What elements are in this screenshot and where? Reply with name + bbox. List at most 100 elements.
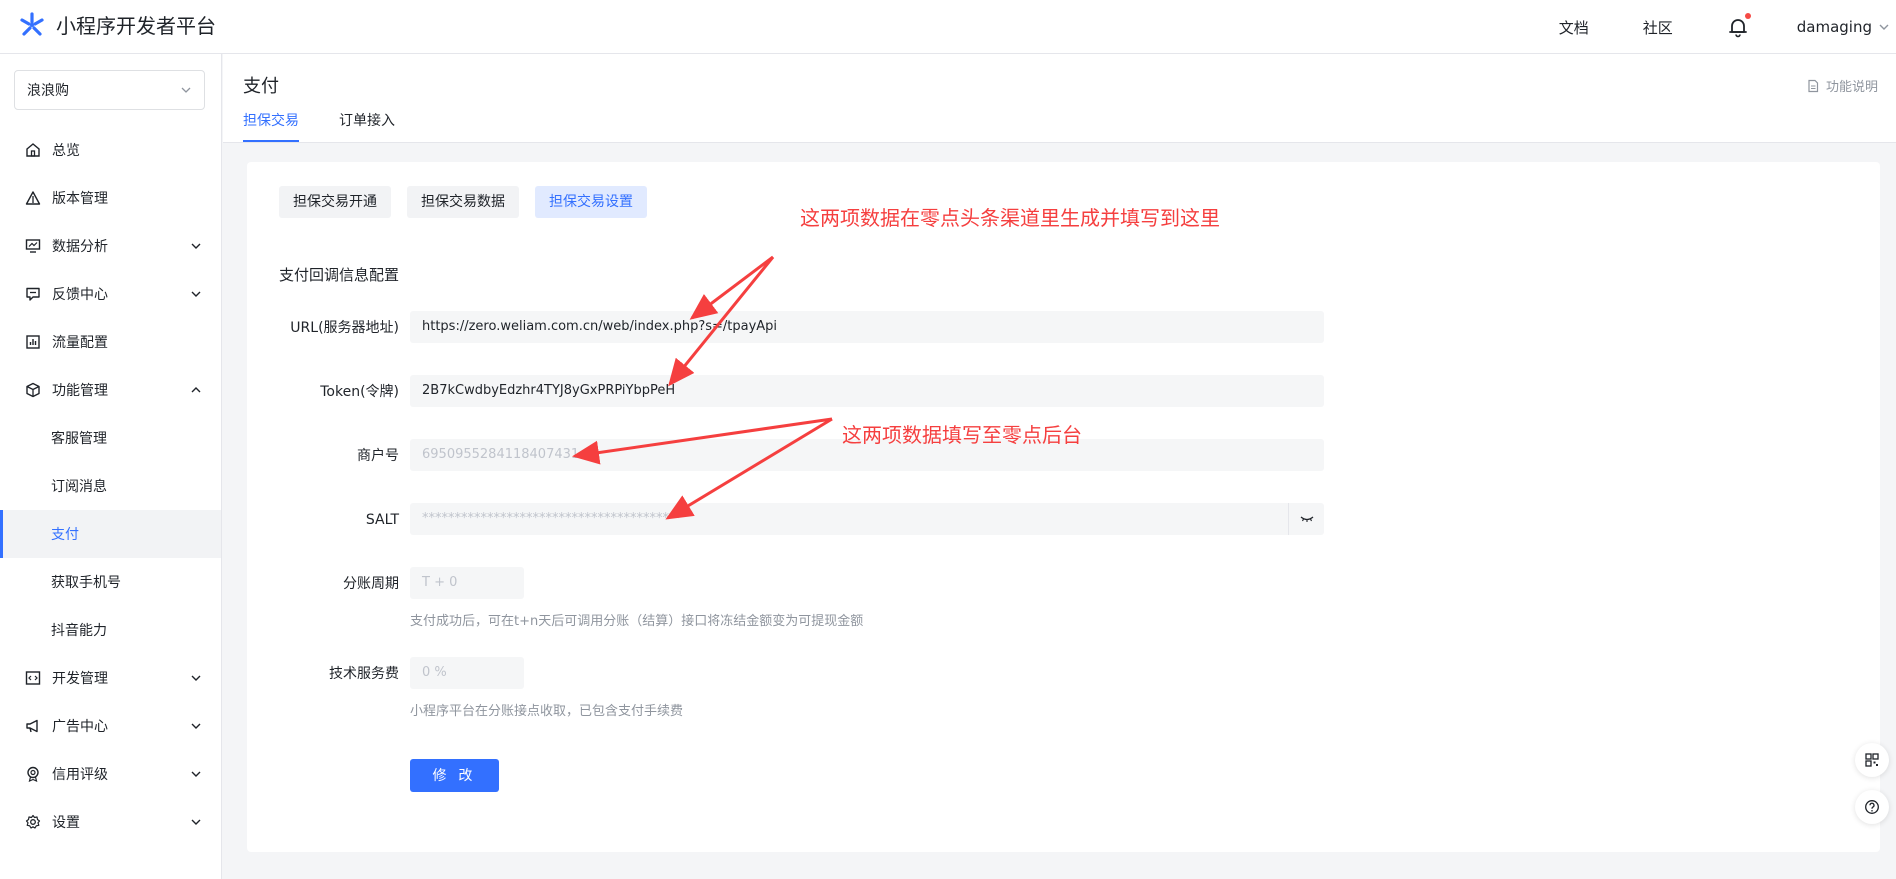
token-label: Token(令牌)	[320, 384, 399, 400]
docs-link[interactable]: 文档	[1559, 17, 1589, 38]
sidebar-item-feedback[interactable]: 反馈中心	[0, 270, 221, 318]
sidebar-item-credit[interactable]: 信用评级	[0, 750, 221, 798]
annotation-note-1: 这两项数据在零点头条渠道里生成并填写到这里	[800, 206, 1220, 230]
document-icon	[1808, 79, 1819, 92]
url-input[interactable]: https://zero.weliam.com.cn/web/index.php…	[410, 311, 1324, 343]
salt-row: SALT ***********************************…	[247, 503, 1367, 537]
fee-input[interactable]: 0 %	[410, 657, 524, 689]
cycle-input[interactable]: T + 0	[410, 567, 524, 599]
annotation-note-2: 这两项数据填写至零点后台	[842, 423, 1082, 447]
url-label: URL(服务器地址)	[290, 320, 399, 336]
help-icon	[1865, 800, 1879, 814]
qrcode-icon	[1865, 753, 1879, 767]
community-link[interactable]: 社区	[1643, 17, 1673, 38]
sidebar-item-analytics[interactable]: 数据分析	[0, 222, 221, 270]
notification-dot	[1744, 13, 1751, 19]
sidebar-item-development[interactable]: 开发管理	[0, 654, 221, 702]
feature-doc-label: 功能说明	[1825, 80, 1878, 95]
subtab-open[interactable]: 担保交易开通	[279, 186, 391, 218]
tab-order-access[interactable]: 订单接入	[339, 110, 395, 142]
fee-row: 技术服务费 0 %	[247, 657, 1367, 691]
toggle-visibility-button[interactable]	[1288, 503, 1324, 535]
salt-input[interactable]: ****************************************	[410, 503, 1324, 535]
cube-icon	[24, 381, 42, 399]
modify-button[interactable]: 修 改	[410, 759, 499, 792]
chevron-up-icon	[191, 387, 201, 393]
sidebar-item-label: 广告中心	[52, 719, 108, 735]
username: damaging	[1796, 18, 1872, 36]
cycle-label: 分账周期	[343, 576, 399, 592]
sidebar-item-subscription[interactable]: 订阅消息	[0, 462, 221, 510]
sidebar-item-traffic[interactable]: 流量配置	[0, 318, 221, 366]
section-title: 支付回调信息配置	[279, 266, 400, 284]
subtab-data[interactable]: 担保交易数据	[407, 186, 519, 218]
cycle-hint: 支付成功后，可在t+n天后可调用分账（结算）接口将冻结金额变为可提现金额	[410, 614, 864, 629]
cycle-row: 分账周期 T + 0	[247, 567, 1367, 601]
warning-icon	[24, 189, 42, 207]
sidebar-item-payment[interactable]: 支付	[0, 510, 221, 558]
sidebar-item-label: 开发管理	[52, 671, 108, 687]
url-row: URL(服务器地址) https://zero.weliam.com.cn/we…	[247, 311, 1367, 345]
monitor-chart-icon	[24, 237, 42, 255]
sidebar-item-label: 客服管理	[51, 431, 107, 447]
code-icon	[24, 669, 42, 687]
top-bar: 小程序开发者平台 文档 社区 damaging	[0, 0, 1896, 54]
chevron-down-icon	[181, 87, 191, 93]
sidebar-item-label: 数据分析	[52, 239, 108, 255]
sidebar-item-label: 版本管理	[52, 191, 108, 207]
sub-tabs: 担保交易开通 担保交易数据 担保交易设置	[279, 186, 647, 218]
sidebar-item-label: 总览	[52, 143, 80, 159]
page-title: 支付	[243, 76, 279, 97]
fee-label: 技术服务费	[329, 666, 399, 682]
help-button[interactable]	[1855, 790, 1889, 824]
app-selector-value: 浪浪购	[27, 83, 69, 99]
content-card: 担保交易开通 担保交易数据 担保交易设置 支付回调信息配置 URL(服务器地址)…	[247, 162, 1880, 852]
gear-icon	[24, 813, 42, 831]
salt-value: ****************************************	[422, 511, 682, 526]
chevron-down-icon	[191, 819, 201, 825]
qrcode-button[interactable]	[1855, 743, 1889, 777]
chevron-down-icon	[191, 291, 201, 297]
sidebar-item-label: 反馈中心	[52, 287, 108, 303]
sidebar-item-label: 流量配置	[52, 335, 108, 351]
salt-label: SALT	[365, 512, 399, 528]
sidebar-item-customer-service[interactable]: 客服管理	[0, 414, 221, 462]
notification-button[interactable]	[1727, 13, 1751, 38]
chevron-down-icon	[191, 771, 201, 777]
sidebar-item-label: 获取手机号	[51, 575, 121, 591]
merchant-label: 商户号	[357, 448, 399, 464]
sidebar-nav: 总览 版本管理 数据分析 反馈中心 流量配置 功能管理 客服管理 订阅消息 支付…	[0, 126, 221, 846]
sidebar-item-settings[interactable]: 设置	[0, 798, 221, 846]
page-header: 支付 担保交易 订单接入 功能说明	[223, 54, 1896, 143]
fee-hint: 小程序平台在分账接点收取，已包含支付手续费	[410, 704, 684, 719]
logo[interactable]: 小程序开发者平台	[18, 10, 216, 39]
feature-doc-link[interactable]: 功能说明	[1806, 76, 1878, 95]
sidebar-item-label: 抖音能力	[51, 623, 107, 639]
logo-icon	[20, 11, 44, 36]
eye-closed-icon	[1300, 516, 1313, 522]
sidebar-item-ads[interactable]: 广告中心	[0, 702, 221, 750]
sidebar-item-label: 信用评级	[52, 767, 108, 783]
sidebar-item-phone-number[interactable]: 获取手机号	[0, 558, 221, 606]
home-icon	[24, 141, 42, 159]
bar-chart-icon	[24, 333, 42, 351]
sidebar-item-douyin[interactable]: 抖音能力	[0, 606, 221, 654]
page-tabs: 担保交易 订单接入	[243, 110, 395, 142]
app-selector[interactable]: 浪浪购	[14, 70, 205, 110]
chevron-down-icon	[1879, 24, 1889, 30]
subtab-settings[interactable]: 担保交易设置	[535, 186, 647, 218]
merchant-row: 商户号 69509552841184074​31	[247, 439, 1367, 473]
chevron-down-icon	[191, 243, 201, 249]
chevron-down-icon	[191, 723, 201, 729]
token-input[interactable]: 2B7kCwdbyEdzhr4TYJ8yGxPRPiYbpPeH	[410, 375, 1324, 407]
sidebar-item-overview[interactable]: 总览	[0, 126, 221, 174]
sidebar: 浪浪购 总览 版本管理 数据分析 反馈中心 流量配置 功能管理 客服管理 订阅消…	[0, 54, 222, 879]
sidebar-item-label: 功能管理	[52, 383, 108, 399]
sidebar-item-versions[interactable]: 版本管理	[0, 174, 221, 222]
user-menu[interactable]: damaging	[1797, 18, 1890, 36]
sidebar-item-features[interactable]: 功能管理	[0, 366, 221, 414]
sidebar-item-label: 设置	[52, 815, 80, 831]
tab-guaranteed-trade[interactable]: 担保交易	[243, 110, 299, 142]
token-row: Token(令牌) 2B7kCwdbyEdzhr4TYJ8yGxPRPiYbpP…	[247, 375, 1367, 409]
megaphone-icon	[24, 717, 42, 735]
